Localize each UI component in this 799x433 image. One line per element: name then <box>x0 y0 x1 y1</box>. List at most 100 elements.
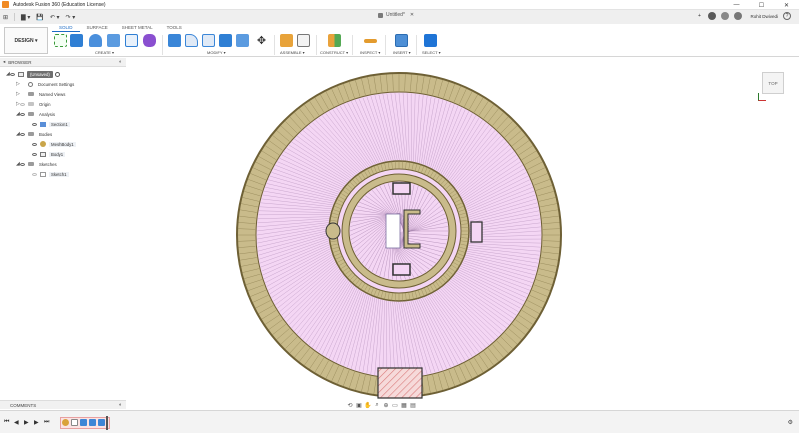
construct-group-label[interactable]: CONSTRUCT ▾ <box>320 50 348 55</box>
expand-triangle-icon[interactable]: ▷ <box>16 91 20 97</box>
comments-panel[interactable]: COMMENTS ◐ <box>0 400 126 409</box>
viewcube[interactable]: TOP <box>762 72 784 94</box>
tree-item-origin[interactable]: ▷ Origin <box>0 99 126 109</box>
timeline-marker[interactable] <box>106 416 108 430</box>
fillet-icon[interactable] <box>185 34 198 47</box>
create-sketch-icon[interactable] <box>54 34 67 47</box>
tree-item-sketch1[interactable]: Sketch1 <box>0 169 126 179</box>
tab-surface[interactable]: SURFACE <box>80 24 115 32</box>
press-pull-icon[interactable] <box>168 34 181 47</box>
create-group-label[interactable]: CREATE ▾ <box>95 50 114 55</box>
tab-sheet-metal[interactable]: SHEET METAL <box>115 24 160 32</box>
notifications-icon[interactable] <box>734 12 743 20</box>
timeline-feature-icon[interactable] <box>89 419 96 426</box>
timeline-feature-icon[interactable] <box>98 419 105 426</box>
tab-tools[interactable]: TOOLS <box>160 24 189 32</box>
expand-triangle-icon[interactable]: ▷ <box>16 81 20 87</box>
play-button[interactable]: ▶ <box>24 419 29 426</box>
browser-panel: ◂ BROWSER ◐ ◢ (Unsaved) ▷ Document Setti… <box>0 58 126 408</box>
tree-item-meshbody1[interactable]: MeshBody1 <box>0 139 126 149</box>
inspect-group-label[interactable]: INSPECT ▾ <box>360 50 380 55</box>
display-settings-icon[interactable]: ▭ <box>391 401 399 409</box>
visibility-eye-icon[interactable] <box>10 72 15 76</box>
timeline-settings-icon[interactable]: ⚙ <box>788 419 793 426</box>
step-back-button[interactable]: ◀ <box>14 419 19 426</box>
insert-group-label[interactable]: INSERT ▾ <box>393 50 411 55</box>
extrude-icon[interactable] <box>70 34 83 47</box>
browser-header[interactable]: ◂ BROWSER ◐ <box>0 58 126 67</box>
maximize-button[interactable]: ☐ <box>749 0 774 10</box>
file-menu-button[interactable]: ▇ ▾ <box>18 12 33 22</box>
tree-item-bodies[interactable]: ◢ Bodies <box>0 129 126 139</box>
tree-item-label: Analysis <box>39 111 56 117</box>
hole-icon[interactable] <box>107 34 120 47</box>
timeline-feature-icon[interactable] <box>80 419 87 426</box>
minimize-button[interactable]: — <box>724 0 749 10</box>
data-panel-grid-icon[interactable]: ⊞ <box>0 12 11 22</box>
grid-settings-icon[interactable]: ▦ <box>400 401 408 409</box>
visibility-eye-icon[interactable] <box>32 122 37 126</box>
measure-icon[interactable] <box>364 39 377 43</box>
collapse-arrow-icon[interactable]: ◂ <box>3 59 5 65</box>
pattern-icon[interactable] <box>125 34 138 47</box>
tab-solid[interactable]: SOLID <box>52 24 80 32</box>
create-form-icon[interactable] <box>143 34 156 47</box>
select-icon[interactable] <box>424 34 437 47</box>
visibility-eye-off-icon[interactable] <box>20 102 25 106</box>
pin-icon[interactable]: ◐ <box>119 59 122 65</box>
save-icon[interactable]: 💾 <box>33 12 46 22</box>
combine-icon[interactable] <box>236 34 249 47</box>
section-view-model[interactable] <box>126 58 799 410</box>
user-account-name[interactable]: Rohit Dwivedi <box>750 14 778 19</box>
close-button[interactable]: ✕ <box>774 0 799 10</box>
new-component-icon[interactable] <box>280 34 293 47</box>
timeline-mesh-icon[interactable] <box>62 419 69 426</box>
visibility-eye-icon[interactable] <box>20 162 25 166</box>
visibility-eye-off-icon[interactable] <box>32 172 37 176</box>
look-at-icon[interactable]: ▣ <box>355 401 363 409</box>
chamfer-icon[interactable] <box>202 34 215 47</box>
visibility-eye-icon[interactable] <box>32 142 37 146</box>
undo-button[interactable]: ↶ ▾ <box>47 12 63 22</box>
tree-item-section1[interactable]: Section1 <box>0 119 126 129</box>
shell-icon[interactable] <box>219 34 232 47</box>
visibility-eye-icon[interactable] <box>20 132 25 136</box>
tree-item-named-views[interactable]: ▷ Named Views <box>0 89 126 99</box>
offset-plane-icon[interactable] <box>328 34 341 47</box>
extensions-icon[interactable] <box>708 12 717 20</box>
timeline-sketch-icon[interactable] <box>71 419 78 426</box>
go-to-start-button[interactable]: ⏮ <box>4 419 9 426</box>
job-status-icon[interactable] <box>721 12 730 20</box>
redo-button[interactable]: ↷ ▾ <box>63 12 79 22</box>
move-copy-icon[interactable]: ✥ <box>255 34 268 47</box>
help-icon[interactable]: ? <box>783 12 791 20</box>
assemble-group-label[interactable]: ASSEMBLE ▾ <box>280 50 305 55</box>
insert-image-icon[interactable] <box>395 34 408 47</box>
tree-item-body1[interactable]: Body1 <box>0 149 126 159</box>
close-document-icon[interactable]: ✕ <box>410 12 414 18</box>
visibility-eye-icon[interactable] <box>32 152 37 156</box>
pan-icon[interactable]: ✋ <box>364 401 372 409</box>
activate-radio-icon[interactable] <box>54 71 60 77</box>
zoom-icon[interactable]: ⌕ <box>373 401 381 409</box>
tree-item-sketches[interactable]: ◢ Sketches <box>0 159 126 169</box>
modify-group-label[interactable]: MODIFY ▾ <box>207 50 226 55</box>
tree-item-document-settings[interactable]: ▷ Document Settings <box>0 79 126 89</box>
folder-icon <box>28 112 34 116</box>
tree-item-root[interactable]: ◢ (Unsaved) <box>0 69 126 79</box>
step-forward-button[interactable]: ▶ <box>34 419 39 426</box>
new-tab-button[interactable]: + <box>695 12 703 20</box>
go-to-end-button[interactable]: ⏭ <box>44 419 49 426</box>
fit-icon[interactable]: ⊕ <box>382 401 390 409</box>
pin-icon[interactable]: ◐ <box>119 402 122 408</box>
tree-item-analysis[interactable]: ◢ Analysis <box>0 109 126 119</box>
component-icon <box>18 71 24 77</box>
visibility-eye-icon[interactable] <box>20 112 25 116</box>
document-tab[interactable]: Untitled* ✕ <box>378 12 414 18</box>
joint-icon[interactable] <box>297 34 310 47</box>
orbit-icon[interactable]: ⟲ <box>346 401 354 409</box>
viewports-icon[interactable]: ▤ <box>409 401 417 409</box>
workspace-switcher[interactable]: DESIGN ▾ <box>4 27 48 54</box>
select-group-label[interactable]: SELECT ▾ <box>422 50 441 55</box>
revolve-icon[interactable] <box>89 34 102 47</box>
